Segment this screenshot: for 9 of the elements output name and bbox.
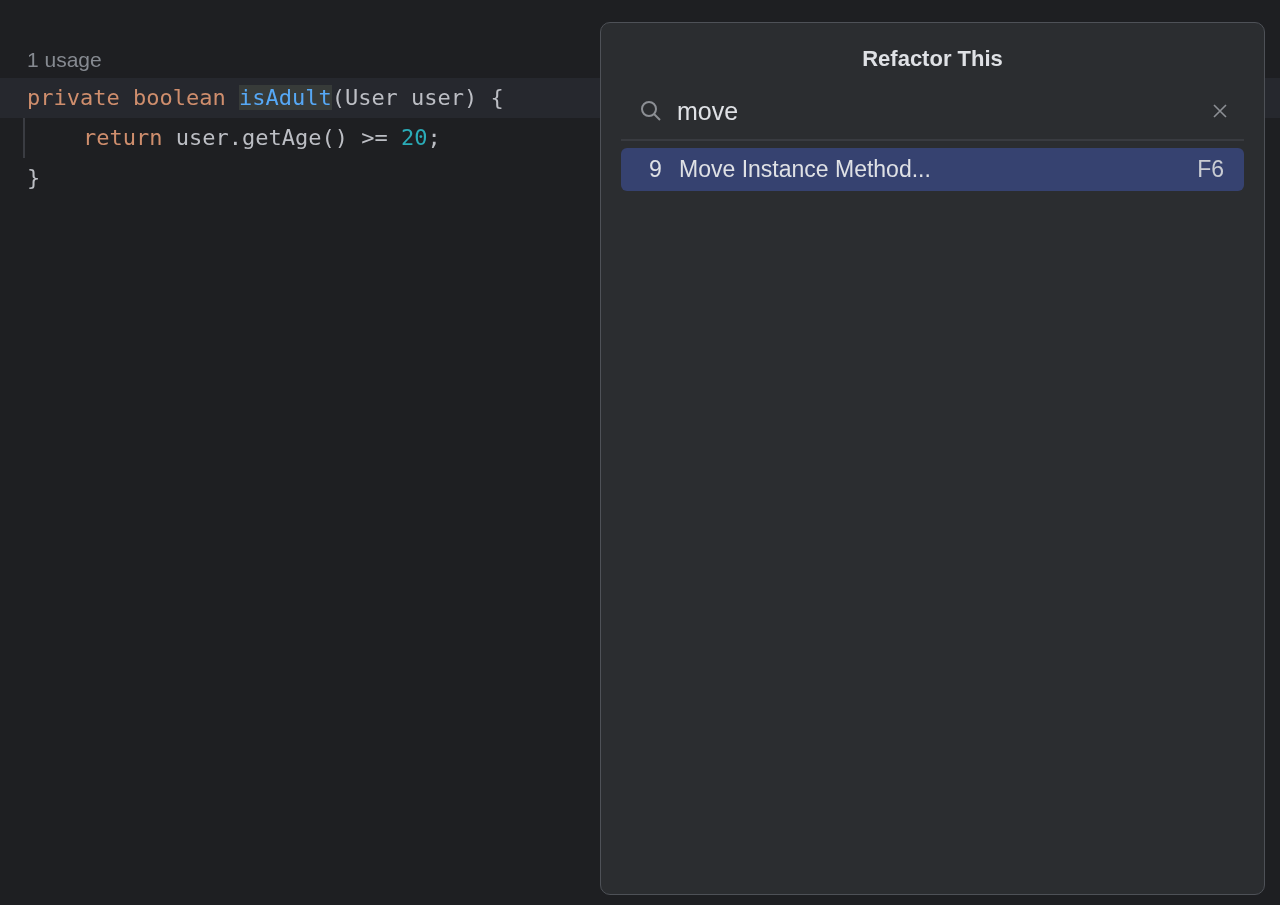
code-line: private boolean isAdult(User user) { <box>27 84 504 112</box>
code-line: } <box>27 164 41 192</box>
code-line: return user.getAge() >= 20; <box>83 124 441 152</box>
close-icon[interactable] <box>1212 103 1228 119</box>
inlay-hint: 1 usage <box>27 47 102 73</box>
search-field[interactable]: move <box>677 96 1212 126</box>
refactoring-item[interactable]: 9 Move Instance Method... F6 <box>621 148 1244 191</box>
popup-title: Refactor This <box>861 45 1004 73</box>
search-icon <box>639 99 663 123</box>
